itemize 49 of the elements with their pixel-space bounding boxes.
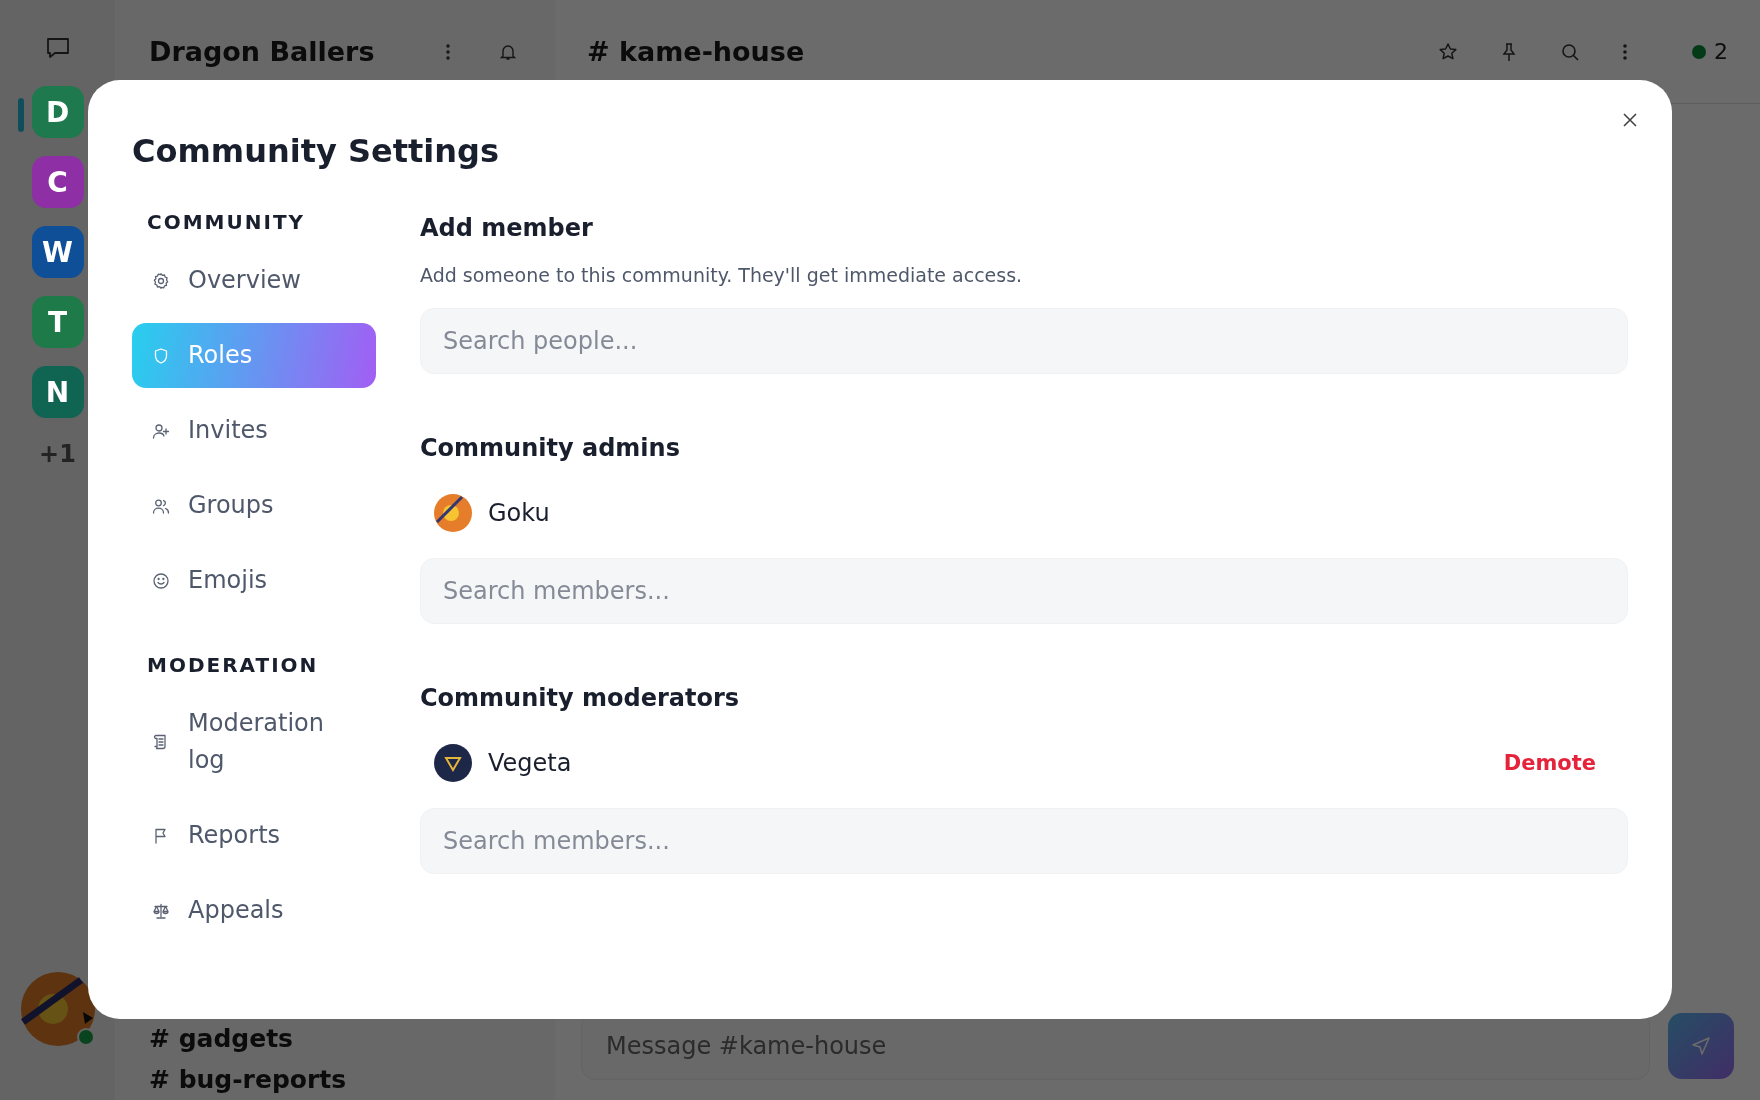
- send-button[interactable]: [1668, 1013, 1734, 1079]
- demote-button[interactable]: Demote: [1485, 747, 1614, 779]
- member-avatar: [434, 494, 472, 532]
- server-icon[interactable]: T: [31, 296, 84, 348]
- chat-icon[interactable]: [44, 36, 71, 60]
- channel-title: # kame-house: [587, 36, 806, 67]
- online-count: 2: [1714, 39, 1728, 64]
- channel-item[interactable]: # gadgets: [149, 1024, 555, 1053]
- user-avatar[interactable]: [20, 972, 95, 1046]
- send-icon: [1691, 1036, 1711, 1056]
- member-avatar: [434, 744, 472, 782]
- person-plus-icon: [152, 421, 170, 440]
- section-description: Add someone to this community. They'll get immediate access.: [420, 264, 1024, 286]
- server-icon[interactable]: D: [31, 86, 84, 138]
- search-field[interactable]: Search members...: [420, 808, 1628, 874]
- dialog-title: Community Settings: [132, 132, 501, 170]
- server-icon[interactable]: N: [31, 366, 84, 418]
- nav-item[interactable]: Moderation log: [132, 691, 376, 793]
- section-title: Community admins: [420, 434, 681, 462]
- search-field[interactable]: Search members...: [420, 558, 1628, 624]
- pin-icon[interactable]: [1500, 41, 1518, 62]
- bell-icon[interactable]: [499, 42, 517, 61]
- kebab-menu-icon[interactable]: [1622, 42, 1628, 61]
- nav-item[interactable]: Invites: [132, 398, 376, 463]
- server-icon[interactable]: C: [31, 156, 84, 208]
- nav-item[interactable]: Emojis: [132, 548, 376, 613]
- member-name: Goku: [488, 499, 551, 527]
- server-icon[interactable]: W: [31, 226, 84, 278]
- scales-icon: [152, 901, 170, 920]
- section-title: Community moderators: [420, 684, 741, 712]
- smile-icon: [152, 571, 170, 590]
- search-icon[interactable]: [1560, 41, 1580, 62]
- shield-icon: [152, 346, 170, 365]
- member-name: Vegeta: [488, 749, 573, 777]
- kebab-menu-icon[interactable]: [445, 42, 451, 61]
- section-title: Add member: [420, 214, 594, 242]
- nav-item[interactable]: Groups: [132, 473, 376, 538]
- channel-item[interactable]: # bug-reports: [149, 1065, 555, 1094]
- nav-item[interactable]: Appeals: [132, 878, 376, 943]
- gear-icon: [152, 271, 170, 290]
- nav-item[interactable]: Overview: [132, 248, 376, 313]
- search-field[interactable]: Search people...: [420, 308, 1628, 374]
- nav-item[interactable]: Reports: [132, 803, 376, 868]
- nav-section-heading: COMMUNITY: [146, 209, 307, 236]
- star-icon[interactable]: [1438, 41, 1458, 62]
- online-dot: [1692, 44, 1706, 59]
- community-name: Dragon Ballers: [149, 36, 376, 67]
- close-icon[interactable]: [1622, 112, 1638, 128]
- nav-section-heading: MODERATION: [146, 652, 320, 679]
